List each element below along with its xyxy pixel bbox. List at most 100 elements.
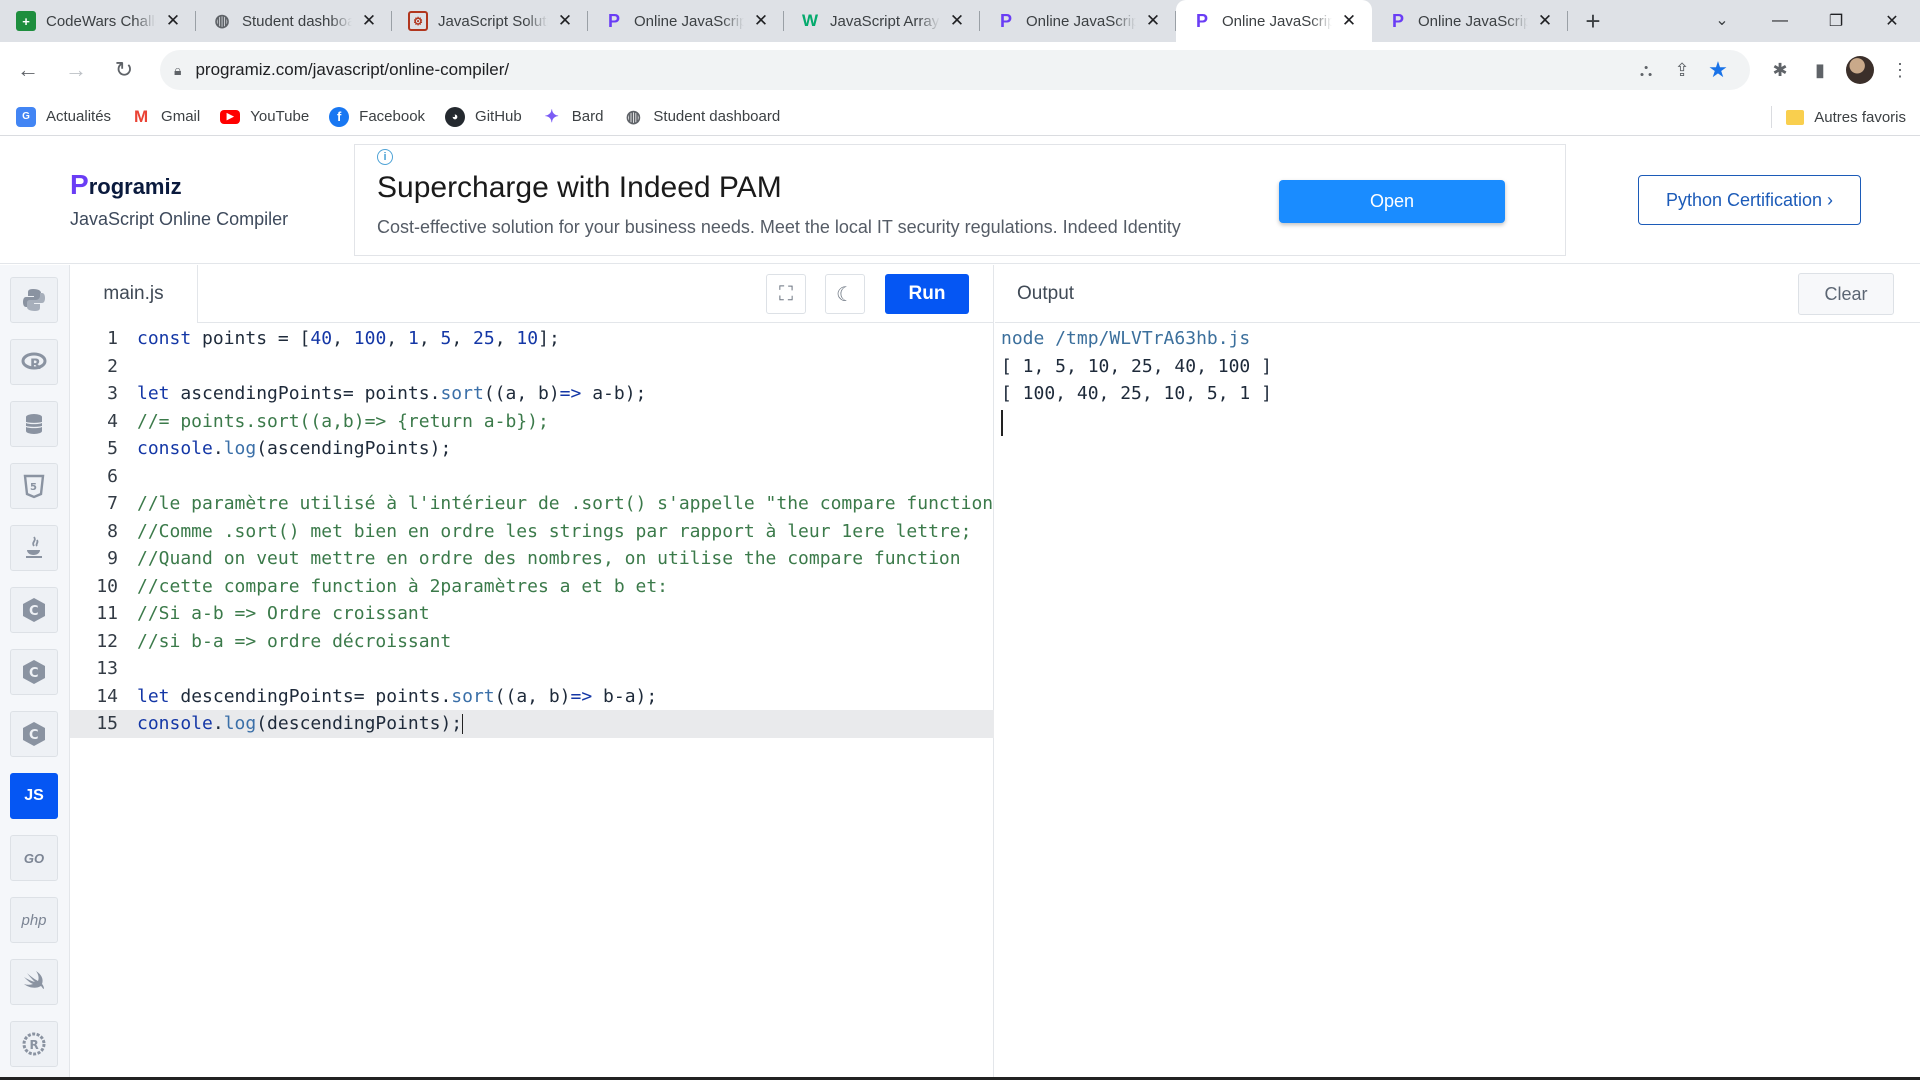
code-line[interactable]: 7 //le paramètre utilisé à l'intérieur de… [70, 490, 1004, 518]
code-line[interactable]: 6 [70, 463, 994, 491]
python-icon[interactable] [10, 277, 58, 323]
code-text[interactable]: console.log(ascendingPoints); [137, 435, 451, 463]
code-text[interactable]: //cette compare function à 2paramètres a… [137, 573, 668, 601]
menu-kebab-icon[interactable]: ⋮ [1880, 50, 1920, 90]
code-line[interactable]: 9 //Quand on veut mettre en ordre des nom… [70, 545, 994, 573]
close-window-icon[interactable]: ✕ [1864, 0, 1920, 42]
code-text[interactable]: //Si a-b => Ordre croissant [137, 600, 430, 628]
advertisement-banner[interactable]: i Supercharge with Indeed PAM Cost-effec… [354, 144, 1566, 256]
code-line[interactable]: 1 const points = [40, 100, 1, 5, 25, 10]; [70, 325, 994, 353]
new-tab-icon[interactable]: + [1572, 0, 1614, 42]
code-text[interactable]: //= points.sort((a,b)=> {return a-b}); [137, 408, 549, 436]
csharp-icon[interactable]: C [10, 711, 58, 757]
cpp-icon[interactable]: C [10, 649, 58, 695]
code-editor[interactable]: 1 const points = [40, 100, 1, 5, 25, 10];… [70, 325, 1004, 738]
fullscreen-icon[interactable]: ⛶ [766, 274, 806, 314]
bookmark-facebook[interactable]: f Facebook [329, 106, 425, 127]
c-icon[interactable]: C [10, 587, 58, 633]
java-icon[interactable] [10, 525, 58, 571]
code-line[interactable]: 2 [70, 353, 994, 381]
code-text[interactable]: //si b-a => ordre décroissant [137, 628, 451, 656]
code-line[interactable]: 4 //= points.sort((a,b)=> {return a-b}); [70, 408, 994, 436]
forward-icon[interactable]: → [56, 50, 96, 90]
browser-tab[interactable]: W JavaScript Array Sort ✕ [784, 0, 980, 42]
code-line[interactable]: 8 //Comme .sort() met bien en ordre les s… [70, 518, 994, 546]
clear-button[interactable]: Clear [1798, 273, 1894, 315]
r-icon[interactable]: R [10, 339, 58, 385]
tab-title: JavaScript Solutions [438, 12, 548, 30]
code-text[interactable]: //Quand on veut mettre en ordre des nomb… [137, 545, 961, 573]
bookmark-star-icon[interactable]: ★ [1700, 52, 1736, 88]
browser-tab[interactable]: + CodeWars Challenges ✕ [0, 0, 196, 42]
code-text[interactable]: console.log(descendingPoints); [137, 710, 464, 738]
close-icon[interactable]: ✕ [946, 10, 968, 32]
code-line[interactable]: 5 console.log(ascendingPoints); [70, 435, 994, 463]
bookmark-student-dashboard[interactable]: ◍ Student dashboard [623, 107, 780, 127]
bookmark-bard[interactable]: ✦ Bard [542, 107, 604, 127]
close-icon[interactable]: ✕ [554, 10, 576, 32]
code-text[interactable]: const points = [40, 100, 1, 5, 25, 10]; [137, 325, 560, 353]
js-icon[interactable]: JS [10, 773, 58, 819]
python-certification-button[interactable]: Python Certification › [1638, 175, 1861, 225]
code-line[interactable]: 12 //si b-a => ordre décroissant [70, 628, 994, 656]
bookmark-youtube[interactable]: ▶ YouTube [220, 108, 309, 125]
close-icon[interactable]: ✕ [750, 10, 772, 32]
go-icon[interactable]: GO [10, 835, 58, 881]
code-line[interactable]: 11 //Si a-b => Ordre croissant [70, 600, 994, 628]
file-tab-main-js[interactable]: main.js [70, 265, 198, 323]
run-button[interactable]: Run [885, 274, 969, 314]
profile-avatar[interactable] [1840, 50, 1880, 90]
rust-icon[interactable]: R [10, 1021, 58, 1067]
bookmark-gmail[interactable]: M Gmail [131, 107, 200, 127]
code-text[interactable]: //le paramètre utilisé à l'intérieur de … [137, 490, 1004, 518]
swift-icon[interactable] [10, 959, 58, 1005]
close-icon[interactable]: ✕ [1534, 10, 1556, 32]
browser-tab[interactable]: P Online JavaScript Compiler ✕ [1372, 0, 1568, 42]
line-number: 4 [107, 410, 118, 432]
dark-mode-moon-icon[interactable]: ☾ [825, 274, 865, 314]
sql-icon[interactable] [10, 401, 58, 447]
browser-tab[interactable]: P Online JavaScript Compiler ✕ [588, 0, 784, 42]
minimize-icon[interactable]: — [1752, 0, 1808, 42]
code-line-active[interactable]: 15 console.log(descendingPoints); [70, 710, 994, 738]
reload-icon[interactable]: ↻ [104, 50, 144, 90]
svg-text:5: 5 [30, 482, 37, 493]
close-icon[interactable]: ✕ [1338, 10, 1360, 32]
ad-headline[interactable]: Supercharge with Indeed PAM [377, 171, 782, 205]
close-icon[interactable]: ✕ [358, 10, 380, 32]
translate-icon[interactable]: ⛬ [1628, 52, 1664, 88]
browser-tab-active[interactable]: P Online JavaScript Compiler ✕ [1176, 0, 1372, 42]
browser-tab[interactable]: P Online JavaScript Compiler ✕ [980, 0, 1176, 42]
extensions-icon[interactable]: ✱ [1760, 50, 1800, 90]
close-icon[interactable]: ✕ [162, 10, 184, 32]
programiz-logo[interactable]: Programiz [70, 169, 182, 201]
html-icon[interactable]: 5 [10, 463, 58, 509]
lock-icon[interactable]: 🔒︎ [174, 62, 181, 79]
ad-open-button[interactable]: Open [1279, 180, 1505, 223]
browser-tab[interactable]: ◍ Student dashboard ✕ [196, 0, 392, 42]
tab-title: CodeWars Challenges [46, 12, 156, 30]
php-icon[interactable]: php [10, 897, 58, 943]
chevron-down-icon[interactable]: ⌄ [1706, 6, 1738, 34]
code-text[interactable]: let descendingPoints= points.sort((a, b)… [137, 683, 657, 711]
output-toolbar: Output Clear [995, 265, 1920, 323]
code-text[interactable]: let ascendingPoints= points.sort((a, b)=… [137, 380, 646, 408]
bookmark-actualites[interactable]: G Actualités [16, 106, 111, 127]
bookmark-github[interactable]: ◕ GitHub [445, 106, 522, 127]
code-line[interactable]: 14 let descendingPoints= points.sort((a, … [70, 683, 994, 711]
code-text[interactable]: //Comme .sort() met bien en ordre les st… [137, 518, 971, 546]
code-line[interactable]: 10 //cette compare function à 2paramètres… [70, 573, 994, 601]
close-icon[interactable]: ✕ [1142, 10, 1164, 32]
other-bookmarks[interactable]: Autres favoris [1771, 98, 1906, 136]
code-line[interactable]: 3 let ascendingPoints= points.sort((a, b)… [70, 380, 994, 408]
restore-icon[interactable]: ❐ [1808, 0, 1864, 42]
url-text[interactable]: programiz.com/javascript/online-compiler… [195, 60, 1628, 80]
code-line[interactable]: 13 [70, 655, 994, 683]
share-icon[interactable]: ⇪ [1664, 52, 1700, 88]
back-icon[interactable]: ← [8, 50, 48, 90]
output-console[interactable]: node /tmp/WLVTrA63hb.js [ 1, 5, 10, 25, … [1001, 325, 1272, 436]
ad-info-icon[interactable]: i [377, 149, 393, 165]
side-panel-icon[interactable]: ▮ [1800, 50, 1840, 90]
address-bar[interactable]: 🔒︎ programiz.com/javascript/online-compi… [160, 50, 1750, 90]
browser-tab[interactable]: ⚙ JavaScript Solutions ✕ [392, 0, 588, 42]
